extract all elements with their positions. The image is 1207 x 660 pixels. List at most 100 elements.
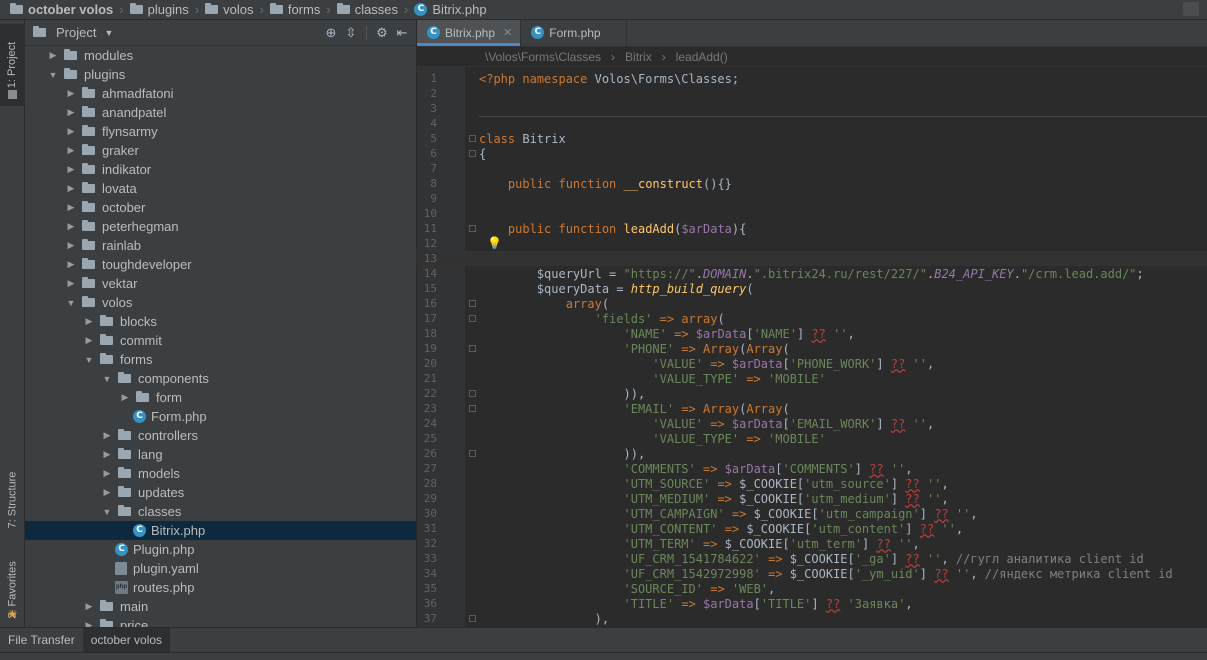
code-line[interactable]: 18 'NAME' => $arData['NAME'] ?? '', [417, 326, 1207, 341]
chevron-right-icon[interactable]: ▶ [99, 468, 115, 479]
tree-item[interactable]: ▶ price [25, 616, 416, 627]
tree-item[interactable]: ▶ blocks [25, 312, 416, 331]
chevron-down-icon[interactable]: ▼ [63, 298, 79, 308]
tree-item[interactable]: ▶ lovata [25, 179, 416, 198]
fold-marker-icon[interactable] [469, 405, 476, 412]
chevron-right-icon[interactable]: ▶ [117, 392, 133, 403]
chevron-right-icon[interactable]: ▶ [63, 221, 79, 232]
tab-form-php[interactable]: C Form.php ✕ [521, 20, 627, 46]
fold-marker-icon[interactable] [469, 135, 476, 142]
tree-item[interactable]: php routes.php [25, 578, 416, 597]
chevron-right-icon[interactable]: ▶ [63, 126, 79, 137]
code-line[interactable]: 33 'UF_CRM_1541784622' => $_COOKIE['_ga'… [417, 551, 1207, 566]
code-line[interactable]: 24 'VALUE' => $arData['EMAIL_WORK'] ?? '… [417, 416, 1207, 431]
tree-item[interactable]: ▼ classes [25, 502, 416, 521]
code-line[interactable]: 36 'TITLE' => $arData['TITLE'] ?? 'Заявк… [417, 596, 1207, 611]
code-line[interactable]: 32 'UTM_TERM' => $_COOKIE['utm_term'] ??… [417, 536, 1207, 551]
fold-marker-icon[interactable] [469, 390, 476, 397]
code-line[interactable]: 37 ), [417, 611, 1207, 626]
tab-bitrix-php[interactable]: C Bitrix.php ✕ [417, 20, 522, 46]
nav-crumb-namespace[interactable]: \Volos\Forms\Classes [485, 50, 601, 64]
tree-item[interactable]: ▶ models [25, 464, 416, 483]
fold-marker-icon[interactable] [469, 150, 476, 157]
chevron-down-icon[interactable]: ▼ [45, 70, 61, 80]
code-line[interactable]: 20 'VALUE' => $arData['PHONE_WORK'] ?? '… [417, 356, 1207, 371]
chevron-right-icon[interactable]: ▶ [63, 259, 79, 270]
chevron-right-icon[interactable]: ▶ [81, 316, 97, 327]
chevron-down-icon[interactable]: ▼ [99, 374, 115, 384]
chevron-down-icon[interactable]: ▼ [81, 355, 97, 365]
code-line[interactable]: 34 'UF_CRM_1542972998' => $_COOKIE['_ym_… [417, 566, 1207, 581]
tree-item[interactable]: ▶ updates [25, 483, 416, 502]
chevron-right-icon[interactable]: ▶ [99, 487, 115, 498]
code-line[interactable]: 25 'VALUE_TYPE' => 'MOBILE' [417, 431, 1207, 446]
fold-marker-icon[interactable] [469, 345, 476, 352]
nav-crumb-class[interactable]: Bitrix [625, 50, 652, 64]
breadcrumb-item-project[interactable]: october volos [6, 0, 117, 19]
chevron-right-icon[interactable]: ▶ [99, 449, 115, 460]
chevron-right-icon[interactable]: ▶ [99, 430, 115, 441]
tree-item[interactable]: plugin.yaml [25, 559, 416, 578]
hide-icon[interactable]: ⇤ [394, 25, 410, 41]
tree-item[interactable]: ▶ main [25, 597, 416, 616]
chevron-right-icon[interactable]: ▶ [63, 240, 79, 251]
gear-icon[interactable]: ⚙ [374, 25, 390, 41]
chevron-right-icon[interactable]: ▶ [63, 164, 79, 175]
tree-item[interactable]: ▶ lang [25, 445, 416, 464]
tree-item[interactable]: ▼ forms [25, 350, 416, 369]
code-line[interactable]: 11 public function leadAdd($arData){ [417, 221, 1207, 236]
code-line[interactable]: 19 'PHONE' => Array(Array( [417, 341, 1207, 356]
tree-item[interactable]: ▶ anandpatel [25, 103, 416, 122]
chevron-right-icon[interactable]: ▶ [63, 183, 79, 194]
breadcrumb-item-classes[interactable]: classes [333, 0, 402, 19]
chevron-right-icon[interactable]: ▶ [63, 202, 79, 213]
tree-item[interactable]: ▶ graker [25, 141, 416, 160]
breadcrumb-item-plugins[interactable]: plugins [126, 0, 193, 19]
fold-marker-icon[interactable] [469, 315, 476, 322]
tree-item[interactable]: C Form.php [25, 407, 416, 426]
code-line[interactable]: 6{ [417, 146, 1207, 161]
project-panel-title[interactable]: Project [56, 25, 96, 40]
code-line[interactable]: 28 'UTM_SOURCE' => $_COOKIE['utm_source'… [417, 476, 1207, 491]
code-line[interactable]: 29 'UTM_MEDIUM' => $_COOKIE['utm_medium'… [417, 491, 1207, 506]
tree-item[interactable]: C Plugin.php [25, 540, 416, 559]
bottom-tab-file-transfer[interactable]: File Transfer [0, 628, 83, 653]
fold-marker-icon[interactable] [469, 300, 476, 307]
tree-item[interactable]: ▶ peterhegman [25, 217, 416, 236]
chevron-right-icon[interactable]: ▶ [63, 278, 79, 289]
code-line[interactable]: 16 array( [417, 296, 1207, 311]
tree-item[interactable]: ▶ flynsarmy [25, 122, 416, 141]
breadcrumb-item-forms[interactable]: forms [266, 0, 325, 19]
code-line[interactable]: 12 💡 [417, 236, 1207, 251]
code-line[interactable]: 35 'SOURCE_ID' => 'WEB', [417, 581, 1207, 596]
code-line[interactable]: 22 )), [417, 386, 1207, 401]
code-line[interactable]: 23 'EMAIL' => Array(Array( [417, 401, 1207, 416]
code-line[interactable]: 14 $queryUrl = "https://".DOMAIN.".bitri… [417, 266, 1207, 281]
code-line[interactable]: 3 [417, 101, 1207, 116]
close-icon[interactable]: ✕ [503, 26, 512, 39]
chevron-down-icon[interactable]: ▼ [104, 28, 113, 38]
tree-item[interactable]: ▶ rainlab [25, 236, 416, 255]
code-line[interactable]: 7 [417, 161, 1207, 176]
tree-item[interactable]: ▶ modules [25, 46, 416, 65]
code-line[interactable]: 13 [417, 251, 1207, 266]
code-line[interactable]: 1 <?php namespace Volos\Forms\Classes; [417, 71, 1207, 86]
nav-crumb-method[interactable]: leadAdd() [676, 50, 728, 64]
window-control-button[interactable] [1183, 2, 1199, 16]
tree-item[interactable]: ▶ controllers [25, 426, 416, 445]
chevron-right-icon[interactable]: ▶ [81, 335, 97, 346]
code-line[interactable]: 15 $queryData = http_build_query( [417, 281, 1207, 296]
code-line[interactable]: 2 [417, 86, 1207, 101]
tree-item[interactable]: ▶ vektar [25, 274, 416, 293]
tree-item[interactable]: ▶ commit [25, 331, 416, 350]
chevron-right-icon[interactable]: ▶ [63, 145, 79, 156]
tool-tab-structure[interactable]: 7: Structure [0, 455, 25, 545]
code-line[interactable]: 31 'UTM_CONTENT' => $_COOKIE['utm_conten… [417, 521, 1207, 536]
chevron-right-icon[interactable]: ▶ [63, 107, 79, 118]
code-line[interactable]: 9 [417, 191, 1207, 206]
tree-item[interactable]: ▶ ahmadfatoni [25, 84, 416, 103]
chevron-right-icon[interactable]: ▶ [63, 88, 79, 99]
target-icon[interactable]: ⊕ [323, 25, 339, 41]
tree-item[interactable]: C Bitrix.php [25, 521, 416, 540]
tree-item[interactable]: ▶ form [25, 388, 416, 407]
